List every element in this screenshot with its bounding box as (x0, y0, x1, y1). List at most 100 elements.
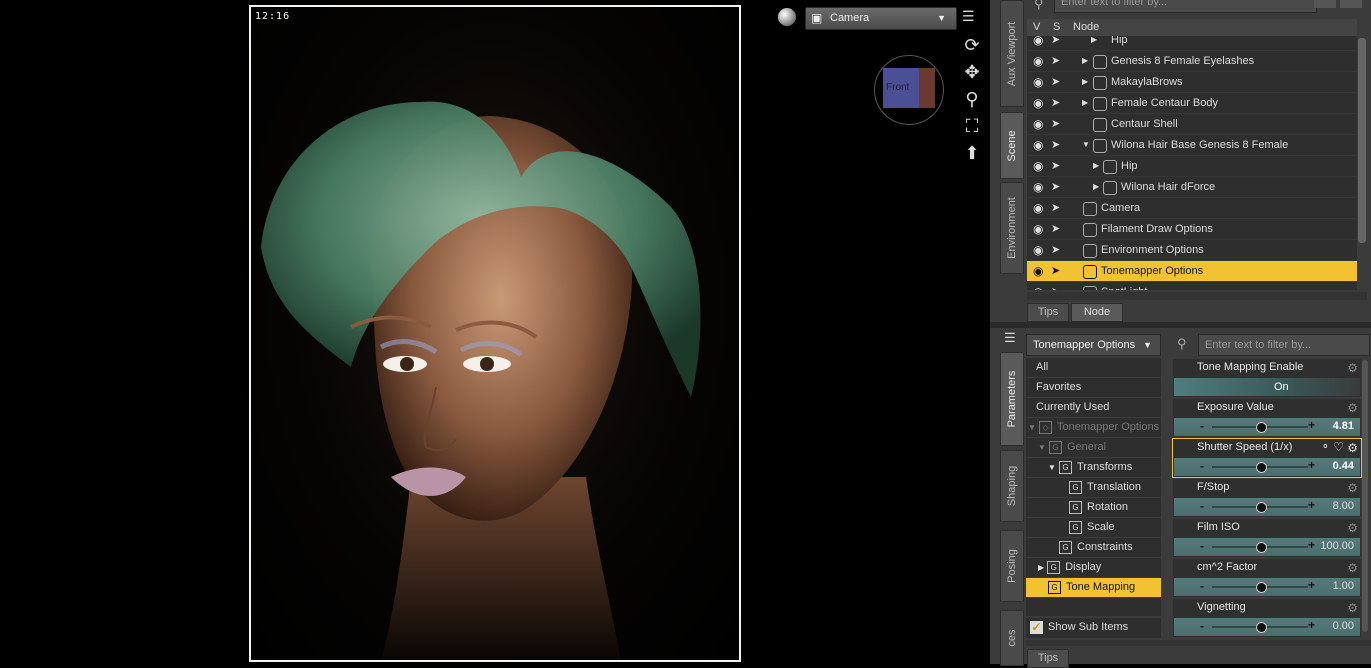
show-sub-items-row[interactable]: ✓ Show Sub Items (1026, 618, 1161, 638)
increment-icon[interactable]: + (1308, 418, 1315, 432)
favorite-heart-icon[interactable]: ♡ (1333, 440, 1344, 454)
scene-row-hip[interactable]: ◉ ➤ ▶ Hip (1027, 36, 1357, 51)
collapse-icon[interactable]: ▼ (1082, 135, 1090, 155)
gear-icon[interactable]: ⚙ (1347, 601, 1358, 615)
view-cube-gizmo[interactable]: Front (874, 55, 944, 125)
eye-icon[interactable]: ◉ (1033, 93, 1043, 113)
tab-tips[interactable]: Tips (1027, 303, 1069, 322)
expand-icon[interactable]: ▶ (1093, 156, 1099, 176)
cm2-factor-slider[interactable]: - + 1.00 (1174, 578, 1360, 596)
frame-icon[interactable]: ⛶ (960, 114, 984, 138)
eye-icon[interactable]: ◉ (1033, 261, 1043, 281)
node-select[interactable]: Tonemapper Options ▼ (1026, 334, 1161, 356)
increment-icon[interactable]: + (1308, 578, 1315, 592)
link-icon[interactable]: ⚬ (1321, 440, 1330, 453)
slider-knob[interactable] (1256, 462, 1267, 473)
orbit-icon[interactable]: ⟳ (960, 33, 984, 57)
slider-knob[interactable] (1256, 422, 1267, 433)
eye-icon[interactable]: ◉ (1033, 114, 1043, 134)
scene-tree[interactable]: ◉ ➤ ▶ Hip ◉ ➤ ▶ Genesis 8 Female Eyelashes ◉ ➤ ▶… (1027, 36, 1357, 290)
gear-icon[interactable]: ⚙ (1347, 361, 1358, 375)
checkbox-checked-icon[interactable]: ✓ (1030, 621, 1043, 634)
params-splitter[interactable] (1026, 640, 1371, 646)
slider-knob[interactable] (1256, 502, 1267, 513)
tab-parameters[interactable]: Parameters (1000, 352, 1024, 446)
tab-partial[interactable]: ces (1000, 610, 1024, 666)
expand-icon[interactable]: ▶ (1082, 93, 1088, 113)
camera-select[interactable]: ▣ Camera ▼ (805, 7, 957, 30)
increment-icon[interactable]: + (1308, 458, 1315, 472)
pointer-icon[interactable]: ➤ (1051, 198, 1060, 218)
increment-icon[interactable]: + (1308, 618, 1315, 632)
zoom-icon[interactable]: ⚲ (960, 87, 984, 111)
tree-general[interactable]: ▼ G General (1026, 438, 1161, 458)
tree-all[interactable]: All (1026, 358, 1161, 378)
tree-constraints[interactable]: G Constraints (1026, 538, 1161, 558)
tree-tonemapper-options[interactable]: ▼ ◇ Tonemapper Options (1026, 418, 1161, 438)
scene-row-centaur-shell[interactable]: ◉ ➤ Centaur Shell (1027, 114, 1357, 135)
collapse-icon[interactable]: ▼ (1026, 423, 1036, 432)
slider-knob[interactable] (1256, 622, 1267, 633)
pointer-icon[interactable]: ➤ (1051, 219, 1060, 239)
tab-scene[interactable]: Scene (1000, 112, 1024, 179)
pointer-icon[interactable]: ➤ (1051, 135, 1060, 155)
tree-scale[interactable]: G Scale (1026, 518, 1161, 538)
col-node[interactable]: Node (1073, 21, 1099, 33)
decrement-icon[interactable]: - (1200, 499, 1204, 513)
tree-favorites[interactable]: Favorites (1026, 378, 1161, 398)
pan-icon[interactable]: ✥ (960, 60, 984, 84)
tab-shaping[interactable]: Shaping (1000, 450, 1024, 522)
gear-icon[interactable]: ⚙ (1347, 561, 1358, 575)
col-selectable[interactable]: S (1053, 21, 1060, 33)
scene-prev-button[interactable] (1314, 0, 1336, 8)
shading-sphere-icon[interactable] (778, 8, 796, 26)
pointer-icon[interactable]: ➤ (1051, 282, 1060, 290)
scene-row-spotlight[interactable]: ◉➤SpotLight (1027, 282, 1357, 290)
tab-node[interactable]: Node (1071, 303, 1123, 322)
eye-icon[interactable]: ◉ (1033, 177, 1043, 197)
slider-knob[interactable] (1256, 582, 1267, 593)
param-f-stop[interactable]: F/Stop ⚙ - + 8.00 (1172, 478, 1362, 518)
scene-row-wilona-hair-base[interactable]: ◉ ➤ ▼ Wilona Hair Base Genesis 8 Female (1027, 135, 1357, 156)
scene-row-eyelashes[interactable]: ◉ ➤ ▶ Genesis 8 Female Eyelashes (1027, 51, 1357, 72)
pointer-icon[interactable]: ➤ (1051, 114, 1060, 134)
render-frame[interactable]: 12:16 (249, 5, 741, 662)
eye-icon[interactable]: ◉ (1033, 198, 1043, 218)
expand-icon[interactable]: ▶ (1091, 36, 1097, 50)
pointer-icon[interactable]: ➤ (1051, 240, 1060, 260)
expand-icon[interactable]: ▶ (1093, 177, 1099, 197)
scene-row-brows[interactable]: ◉ ➤ ▶ MakaylaBrows (1027, 72, 1357, 93)
params-menu-icon[interactable]: ☰ (1004, 330, 1016, 346)
param-vignetting[interactable]: Vignetting ⚙ - + 0.00 (1172, 598, 1362, 638)
tree-transforms[interactable]: ▼ G Transforms (1026, 458, 1161, 478)
pointer-icon[interactable]: ➤ (1051, 36, 1060, 50)
shutter-speed-slider[interactable]: - + 0.44 (1174, 458, 1360, 476)
decrement-icon[interactable]: - (1200, 579, 1204, 593)
tab-posing[interactable]: Posing (1000, 530, 1024, 602)
tree-rotation[interactable]: G Rotation (1026, 498, 1161, 518)
slider-knob[interactable] (1256, 542, 1267, 553)
pointer-icon[interactable]: ➤ (1051, 93, 1060, 113)
tab-tips-bottom[interactable]: Tips (1027, 649, 1069, 668)
eye-icon[interactable]: ◉ (1033, 156, 1043, 176)
scene-row-environment-options[interactable]: ◉ ➤ Environment Options (1027, 240, 1357, 261)
film-iso-slider[interactable]: - + 100.00 (1174, 538, 1360, 556)
collapse-icon[interactable]: ▼ (1026, 443, 1046, 452)
decrement-icon[interactable]: - (1200, 539, 1204, 553)
eye-icon[interactable]: ◉ (1033, 135, 1043, 155)
pointer-icon[interactable]: ➤ (1051, 177, 1060, 197)
scene-row-filament-draw[interactable]: ◉ ➤ Filament Draw Options (1027, 219, 1357, 240)
scene-next-button[interactable] (1340, 0, 1362, 8)
tree-display[interactable]: ▶ G Display (1026, 558, 1161, 578)
scene-row-centaur-body[interactable]: ◉ ➤ ▶ Female Centaur Body (1027, 93, 1357, 114)
tab-environment[interactable]: Environment (1000, 182, 1024, 274)
expand-icon[interactable]: ▶ (1026, 563, 1044, 572)
decrement-icon[interactable]: - (1200, 419, 1204, 433)
gear-icon[interactable]: ⚙ (1347, 521, 1358, 535)
eye-icon[interactable]: ◉ (1033, 72, 1043, 92)
param-shutter-speed[interactable]: Shutter Speed (1/x) ⚙ ♡ ⚬ - + 0.44 (1172, 438, 1362, 478)
tree-translation[interactable]: G Translation (1026, 478, 1161, 498)
param-film-iso[interactable]: Film ISO ⚙ - + 100.00 (1172, 518, 1362, 558)
eye-icon[interactable]: ◉ (1033, 51, 1043, 71)
scene-row-hip-2[interactable]: ◉ ➤ ▶ Hip (1027, 156, 1357, 177)
